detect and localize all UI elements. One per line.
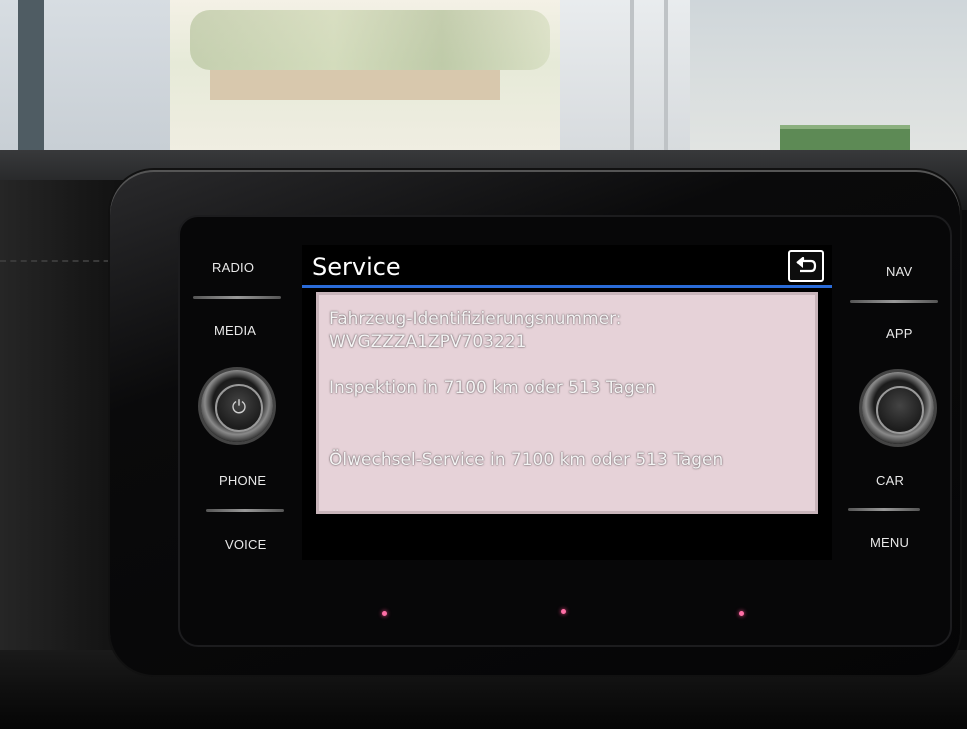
sensor-led-left: [382, 611, 387, 616]
right-divider-bottom: [848, 508, 920, 511]
oil-service-text: Ölwechsel-Service in 7100 km oder 513 Ta…: [329, 450, 724, 470]
touchscreen: Service Fahrzeug-Identifizierungsnummer:…: [302, 245, 832, 560]
right-divider-top: [850, 300, 938, 303]
power-knob-cap[interactable]: ⏻: [215, 384, 263, 432]
left-divider-bottom: [206, 509, 284, 512]
workshop-right: [690, 0, 967, 170]
sensor-led-center: [561, 609, 566, 614]
voice-button[interactable]: VOICE: [225, 537, 266, 552]
return-arrow-icon: [796, 257, 817, 273]
workshop-door: [560, 0, 690, 160]
vin-label: Fahrzeug-Identifizierungsnummer:: [329, 309, 622, 329]
media-button[interactable]: MEDIA: [214, 323, 256, 338]
back-button[interactable]: [788, 250, 824, 282]
nav-button[interactable]: NAV: [886, 264, 912, 279]
wall-pillar: [18, 0, 44, 150]
workshop-window: [170, 0, 560, 160]
power-icon: ⏻: [231, 397, 247, 418]
car-button[interactable]: CAR: [876, 473, 904, 488]
phone-button[interactable]: PHONE: [219, 473, 266, 488]
window-building: [210, 70, 500, 100]
left-divider-top: [193, 296, 281, 299]
service-info-box: Fahrzeug-Identifizierungsnummer: WVGZZZA…: [316, 292, 818, 514]
vin-value: WVGZZZA1ZPV703221: [329, 332, 527, 352]
inspection-text: Inspektion in 7100 km oder 513 Tagen: [329, 378, 656, 398]
title-underline: [302, 285, 832, 288]
photo-scene: RADIO MEDIA ⏻ PHONE VOICE NAV APP CAR ME…: [0, 0, 967, 729]
window-trees: [190, 10, 550, 70]
menu-button[interactable]: MENU: [870, 535, 909, 550]
radio-button[interactable]: RADIO: [212, 260, 254, 275]
app-button[interactable]: APP: [886, 326, 913, 341]
tuning-knob[interactable]: [862, 372, 934, 444]
sensor-led-right: [739, 611, 744, 616]
volume-power-knob[interactable]: ⏻: [201, 370, 273, 442]
tuning-knob-cap[interactable]: [876, 386, 924, 434]
door-rail: [630, 0, 668, 160]
page-title: Service: [312, 253, 401, 281]
dashboard-stitching: [0, 260, 120, 322]
